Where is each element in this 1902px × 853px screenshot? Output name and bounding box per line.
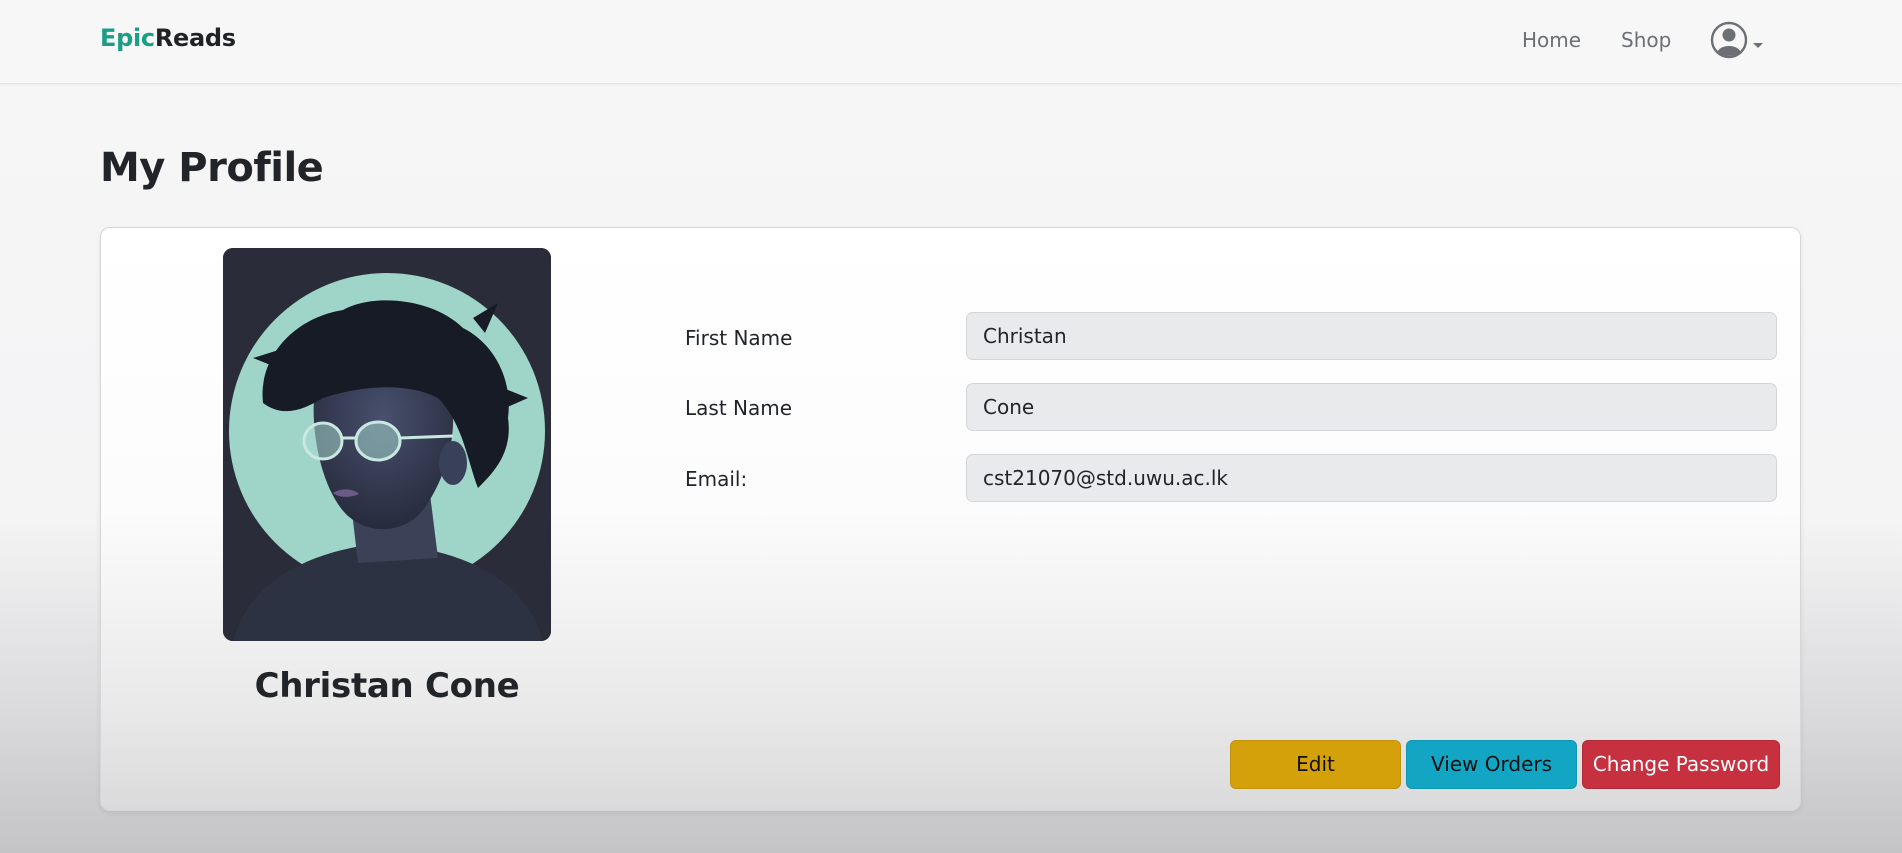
profile-full-name: Christan Cone (254, 666, 520, 706)
last-name-label: Last Name (685, 396, 793, 420)
last-name-field[interactable] (966, 383, 1777, 431)
brand-logo[interactable]: EpicReads (100, 24, 236, 52)
email-label: Email: (685, 467, 748, 491)
nav-link-shop[interactable]: Shop (1621, 28, 1671, 52)
edit-button[interactable]: Edit (1230, 740, 1401, 789)
user-menu-dropdown[interactable] (1710, 20, 1772, 62)
brand-name-part2: Reads (154, 24, 236, 52)
profile-avatar (223, 248, 551, 641)
nav-link-home[interactable]: Home (1522, 28, 1581, 52)
change-password-button[interactable]: Change Password (1582, 740, 1780, 789)
view-orders-button[interactable]: View Orders (1406, 740, 1577, 789)
caret-down-icon (1753, 43, 1763, 48)
navbar: EpicReads Home Shop (0, 0, 1902, 84)
page-title: My Profile (100, 145, 324, 191)
first-name-label: First Name (685, 326, 793, 350)
brand-name-part1: Epic (100, 24, 155, 52)
first-name-field[interactable] (966, 312, 1777, 360)
email-field[interactable] (966, 454, 1777, 502)
profile-card: Christan Cone First Name Last Name Email… (100, 227, 1801, 811)
